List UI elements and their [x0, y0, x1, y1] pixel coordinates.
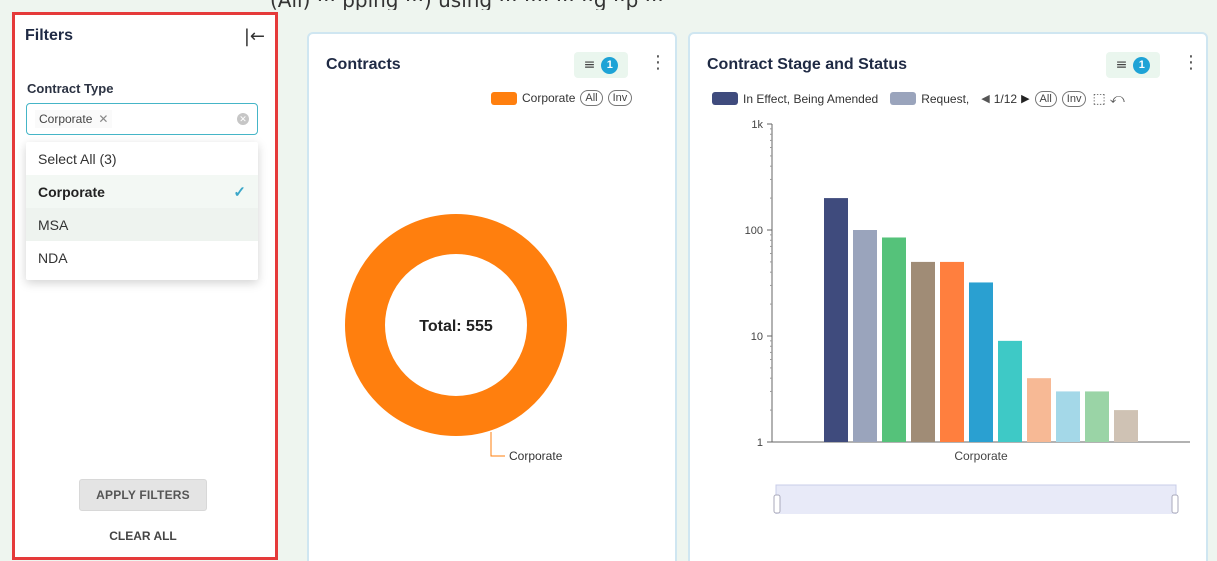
clear-selection-icon[interactable]: ✕ [237, 113, 249, 125]
contract-type-select[interactable]: Corporate ✕ ✕ [26, 103, 258, 135]
donut-chart: Total: 555 Corporate [345, 214, 567, 463]
contracts-card: Contracts ≡ 1 ⋮ Corporate All Inv Total:… [307, 32, 677, 561]
bar-9[interactable] [1056, 391, 1080, 442]
y-tick-label: 1k [751, 119, 763, 131]
data-zoom-handle-right[interactable] [1171, 494, 1179, 514]
option-label: Corporate [38, 183, 105, 200]
bar-2[interactable] [853, 230, 877, 442]
bar-5[interactable] [940, 261, 964, 442]
slice-label-leader [490, 432, 505, 457]
dropdown-option-msa[interactable]: MSA [26, 208, 258, 241]
bar-11[interactable] [1114, 410, 1138, 442]
clear-all-button[interactable]: CLEAR ALL [79, 529, 207, 543]
page: (All) ··· pping ···) using ··· ···· ··· … [0, 0, 1217, 561]
y-tick-label: 10 [751, 331, 763, 343]
y-tick-label: 1 [757, 437, 763, 449]
slice-label-corporate: Corporate [509, 449, 563, 463]
bar-1[interactable] [824, 198, 848, 442]
contract-stage-card: Contract Stage and Status ≡ 1 ⋮ In Effec… [688, 32, 1208, 561]
remove-chip-icon[interactable]: ✕ [98, 112, 108, 126]
bar-7[interactable] [998, 340, 1022, 442]
option-label: MSA [38, 216, 69, 233]
bar-10[interactable] [1085, 391, 1109, 442]
collapse-left-icon[interactable]: |← [244, 26, 265, 47]
y-tick-label: 100 [745, 225, 763, 237]
dropdown-option-corporate[interactable]: Corporate ✓ [26, 175, 258, 208]
bar-chart: 1 10 100 1k Corporate [745, 119, 1190, 514]
selected-chip: Corporate ✕ [35, 110, 113, 128]
selected-chip-label: Corporate [39, 112, 93, 126]
bar-3[interactable] [882, 237, 906, 442]
apply-filters-button[interactable]: APPLY FILTERS [79, 479, 207, 511]
bar-6[interactable] [969, 282, 993, 442]
option-label: Select All (3) [38, 150, 117, 167]
filter-panel-title: Filters [25, 27, 74, 44]
data-zoom-handle-left[interactable] [773, 494, 781, 514]
bar-8[interactable] [1027, 378, 1051, 442]
bar-4[interactable] [911, 261, 935, 442]
dropdown-option-nda[interactable]: NDA [26, 241, 258, 274]
option-label: NDA [38, 249, 68, 266]
x-category-label: Corporate [954, 449, 1008, 463]
caption-text: (All) ··· pping ···) using ··· ···· ··· … [270, 0, 970, 10]
donut-total-label: Total: 555 [419, 318, 493, 335]
filter-panel-header: Filters |← [25, 25, 265, 47]
filter-panel: Filters |← Contract Type Corporate ✕ ✕ S… [12, 12, 278, 560]
dropdown-option-select-all[interactable]: Select All (3) [26, 142, 258, 175]
data-zoom-slider[interactable] [775, 484, 1177, 514]
checkmark-icon: ✓ [233, 183, 246, 201]
contract-type-label: Contract Type [27, 81, 114, 96]
contract-type-dropdown: Select All (3) Corporate ✓ MSA NDA [26, 142, 258, 280]
